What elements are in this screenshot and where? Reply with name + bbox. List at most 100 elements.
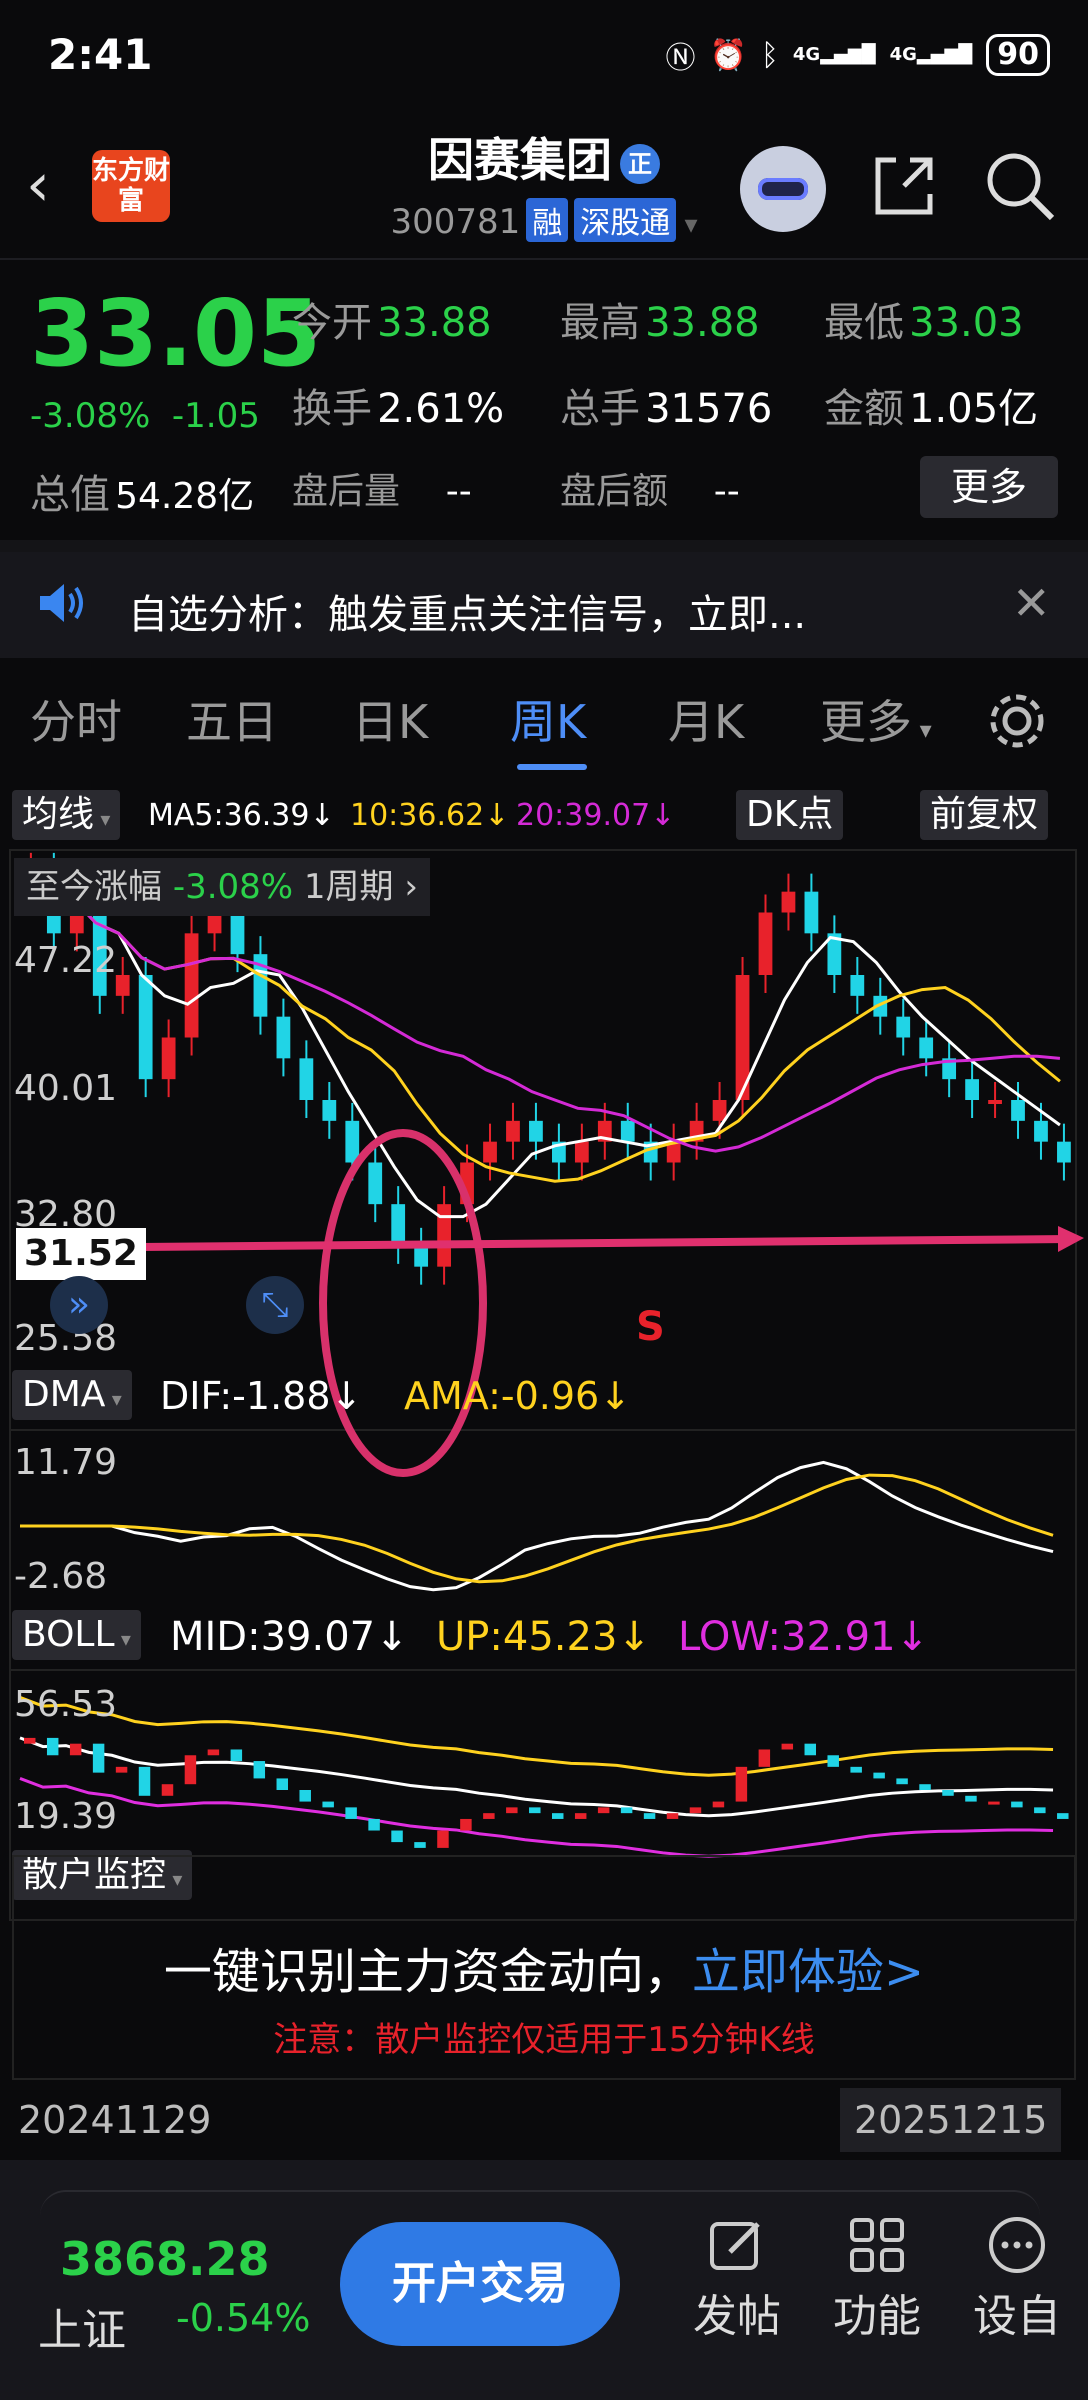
retail-headline[interactable]: 一键识别主力资金动向，立即体验> — [0, 1932, 1088, 2002]
fullscreen-icon[interactable]: ⤡ — [246, 1276, 304, 1334]
candle-body — [483, 1141, 497, 1163]
candle-body — [1034, 1120, 1048, 1142]
retail-note: 注意：散户监控仅适用于15分钟K线 — [273, 2020, 815, 2060]
ma10-label: 10:36.62↓ — [350, 798, 510, 833]
tab-weekly[interactable]: 周K — [510, 686, 586, 752]
boll-candle — [643, 1813, 656, 1819]
boll-candle — [804, 1743, 816, 1756]
range-change[interactable]: 至今涨幅 -3.08% 1周期 › — [14, 858, 430, 916]
index-value[interactable]: 3868.28 — [60, 2232, 270, 2286]
battery-icon: 90 — [986, 34, 1050, 76]
annotation-arrow-line — [139, 1235, 1071, 1251]
candle-body — [322, 1100, 337, 1121]
boll-candle — [46, 1737, 59, 1756]
candle-body — [1011, 1100, 1025, 1121]
boll-lines — [19, 1695, 1054, 1858]
candle-body — [115, 975, 130, 996]
signal-icon-2: 4G▂▄▆█ — [889, 44, 973, 65]
last-price: 33.05 — [30, 280, 322, 387]
indicator-selector[interactable]: 均线 ▾ — [12, 790, 121, 840]
dma-y-tick: 11.79 — [14, 1442, 118, 1483]
adjust-button[interactable]: 前复权 — [920, 790, 1049, 840]
verified-badge: 正 — [620, 143, 660, 184]
moving-average-lines — [25, 869, 1061, 1219]
candle-body — [299, 1058, 314, 1100]
self-select-button[interactable]: 设自 — [962, 2210, 1072, 2344]
boll-selector[interactable]: BOLL ▾ — [12, 1610, 141, 1660]
assistant-robot-icon[interactable] — [740, 146, 826, 232]
candle-body — [896, 1016, 911, 1038]
tab-more[interactable]: 更多 ▾ — [820, 686, 932, 752]
annotation-circle — [319, 1129, 487, 1477]
boll-candle — [92, 1743, 105, 1773]
ma-line — [25, 869, 1061, 1219]
boll-mid-label: MID:39.07↓ — [170, 1614, 409, 1660]
open-field: 今开 33.88 — [292, 300, 492, 346]
boll-y-tick: 56.53 — [14, 1684, 118, 1725]
function-button[interactable]: 功能 — [822, 2210, 932, 2344]
boll-candle — [460, 1818, 472, 1831]
boll-candle — [207, 1749, 220, 1756]
boll-candle — [506, 1807, 518, 1814]
gear-icon[interactable] — [986, 690, 1048, 752]
close-icon[interactable]: ✕ — [1012, 576, 1051, 630]
arrow-head — [1058, 1226, 1084, 1252]
edit-icon — [682, 2210, 792, 2280]
low-field: 最低 33.03 — [824, 300, 1024, 346]
boll-candle — [896, 1778, 908, 1785]
y-tick: 47.22 — [14, 940, 118, 981]
index-name: 上证 — [38, 2305, 126, 2356]
boll-candle — [368, 1818, 380, 1831]
dk-point-button[interactable]: DK点 — [736, 790, 844, 840]
candlestick-series — [24, 852, 1071, 1285]
boll-candle — [758, 1749, 771, 1767]
boll-low — [19, 1777, 1054, 1858]
candle-body — [712, 1100, 727, 1121]
share-icon[interactable] — [866, 148, 942, 224]
candle-body — [1057, 1141, 1071, 1163]
boll-candle — [735, 1766, 748, 1802]
boll-candle — [1011, 1801, 1023, 1808]
boll-candle — [322, 1801, 334, 1808]
alarm-icon: ⏰ — [709, 37, 747, 73]
boll-candle — [689, 1807, 702, 1814]
after-vol-field: 盘后量 -- — [292, 471, 472, 512]
dma-selector[interactable]: DMA ▾ — [12, 1370, 132, 1420]
boll-candle — [437, 1830, 449, 1848]
change-abs: -1.05 — [171, 396, 260, 436]
tab-daily[interactable]: 日K — [352, 686, 428, 752]
dma-y-tick: -2.68 — [14, 1556, 108, 1597]
divider — [0, 258, 1088, 260]
boll-candle — [597, 1807, 610, 1814]
expand-left-icon[interactable]: » — [50, 1276, 108, 1334]
boll-candle — [184, 1755, 197, 1785]
tab-minute[interactable]: 分时 — [30, 686, 122, 752]
try-now-link[interactable]: 立即体验> — [692, 1944, 924, 2000]
candle-body — [574, 1141, 589, 1163]
tab-monthly[interactable]: 月K — [668, 686, 744, 752]
tab-five-day[interactable]: 五日 — [186, 686, 278, 752]
ma20-label: 20:39.07↓ — [516, 798, 676, 833]
trade-button[interactable]: 开户交易 — [340, 2222, 620, 2346]
more-button[interactable]: 更多 — [920, 456, 1058, 518]
y-tick: 40.01 — [14, 1068, 118, 1109]
boll-candle — [24, 1737, 36, 1744]
search-icon[interactable] — [982, 148, 1058, 224]
notice-bar[interactable]: 自选分析：触发重点关注信号，立即... — [0, 552, 1088, 658]
candle-body — [276, 1016, 291, 1059]
stock-name: 因赛集团 — [428, 133, 612, 187]
stock-code: 300781 — [390, 202, 521, 242]
candle-body — [184, 933, 199, 1038]
boll-candle — [253, 1761, 266, 1779]
dif-line — [20, 1460, 1054, 1592]
post-button[interactable]: 发帖 — [682, 2210, 792, 2344]
boll-candle — [666, 1813, 679, 1819]
boll-candle — [345, 1807, 357, 1819]
candle-body — [529, 1120, 543, 1142]
index-change: -0.54% — [176, 2296, 311, 2340]
change-pct: -3.08% — [30, 396, 151, 436]
boll-candle — [552, 1813, 564, 1819]
dif-label: DIF:-1.88↓ — [160, 1374, 363, 1418]
boll-candle — [988, 1801, 1000, 1805]
boll-candle — [942, 1790, 954, 1796]
